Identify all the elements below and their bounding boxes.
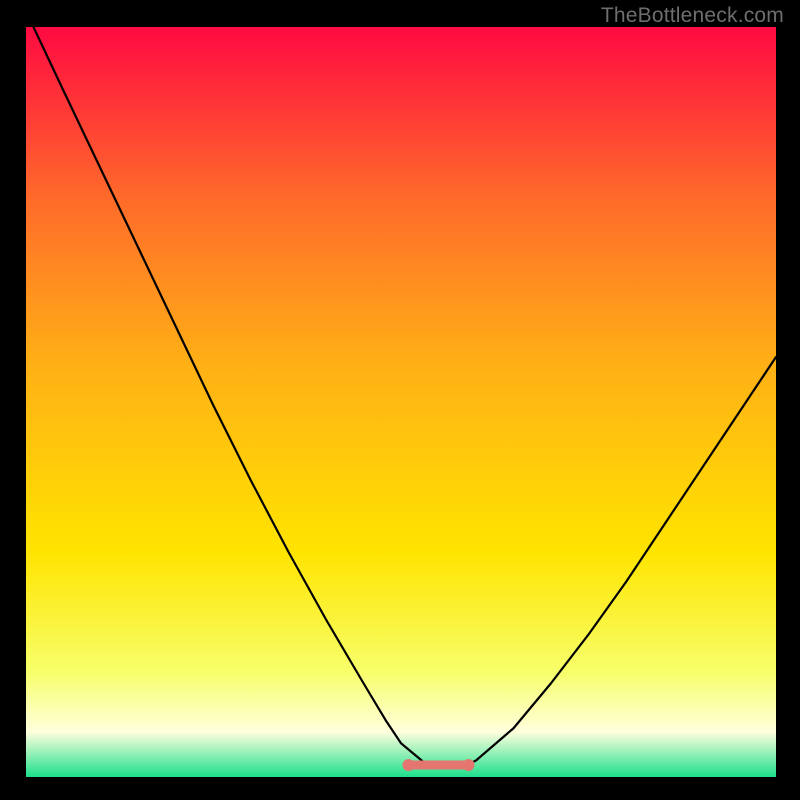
chart-svg	[26, 27, 776, 777]
gradient-background	[26, 27, 776, 777]
chart-stage: TheBottleneck.com	[0, 0, 800, 800]
optimum-marker-right	[463, 759, 475, 771]
plot-area	[26, 27, 776, 777]
optimum-marker-left	[403, 759, 415, 771]
watermark-text: TheBottleneck.com	[601, 4, 784, 28]
